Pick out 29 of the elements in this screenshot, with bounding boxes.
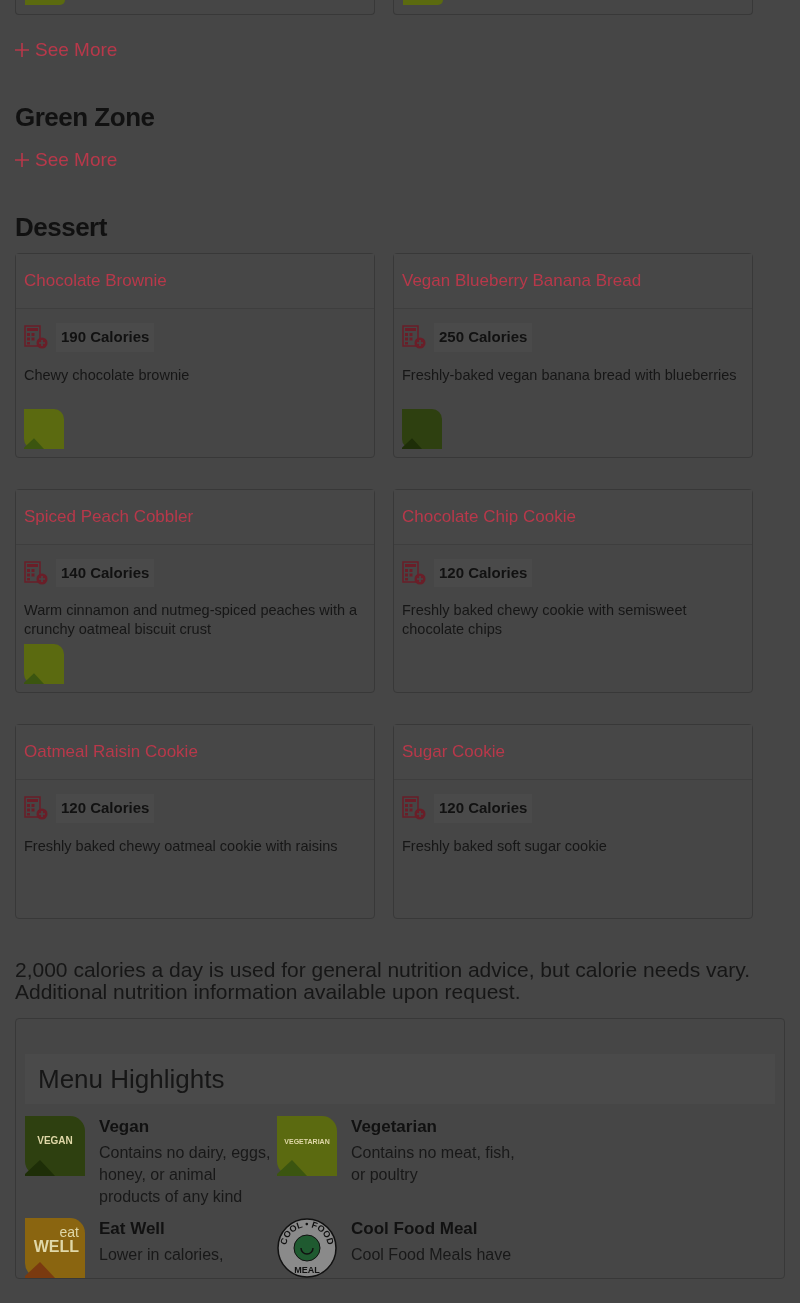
badge-icon — [25, 0, 65, 5]
calorie-count: 120 Calories — [434, 794, 533, 823]
item-name[interactable]: Oatmeal Raisin Cookie — [24, 742, 198, 761]
vegan-badge: VEGAN — [25, 1115, 85, 1176]
calculator-icon — [24, 325, 48, 350]
calorie-count: 140 Calories — [56, 558, 155, 587]
see-more-link[interactable]: See More — [15, 148, 118, 172]
item-name[interactable]: Vegan Blueberry Banana Bread — [402, 271, 642, 290]
diet-badge — [24, 408, 64, 449]
plus-icon — [15, 43, 29, 57]
item-name[interactable]: Spiced Peach Cobbler — [24, 506, 194, 526]
item-name[interactable]: Chocolate Brownie — [24, 271, 167, 290]
calculator-icon — [402, 325, 426, 350]
diet-badge — [402, 408, 442, 449]
item-name[interactable]: Sugar Cookie — [402, 742, 505, 761]
item-name[interactable]: Chocolate Chip Cookie — [402, 506, 576, 526]
eat-well-badge: eat WELL — [25, 1217, 85, 1278]
calculator-icon — [24, 560, 48, 585]
badge-icon — [403, 0, 443, 5]
calculator-icon — [24, 796, 48, 821]
see-more-link[interactable]: See More — [15, 38, 118, 62]
calculator-icon — [402, 796, 426, 821]
calculator-icon — [402, 560, 426, 585]
plus-icon — [15, 153, 29, 167]
calorie-count: 120 Calories — [434, 558, 533, 587]
calorie-count: 120 Calories — [56, 794, 155, 823]
calorie-count: 250 Calories — [434, 323, 533, 352]
calorie-count: 190 Calories — [56, 323, 155, 352]
diet-badge — [24, 644, 64, 684]
